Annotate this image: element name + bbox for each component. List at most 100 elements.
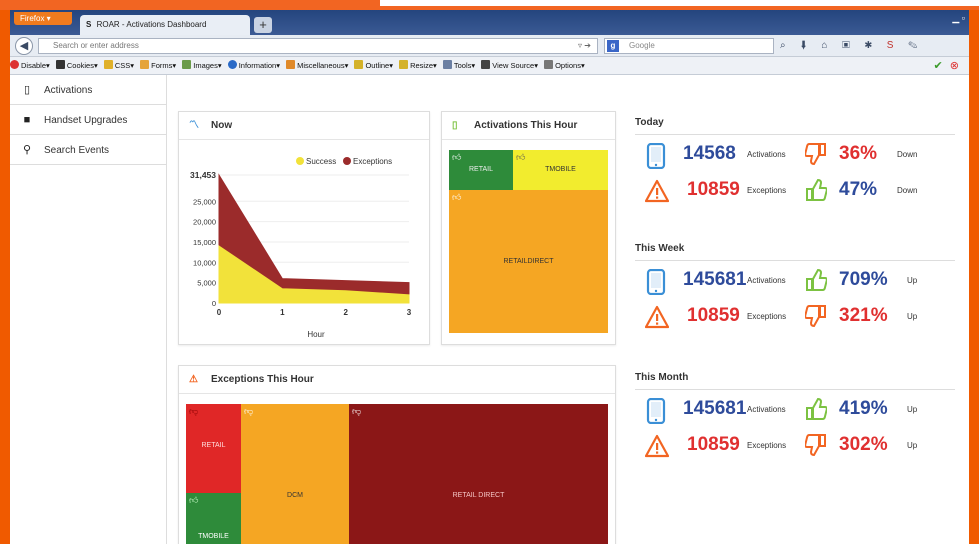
stat-direction: Down — [897, 150, 918, 159]
y-tick-label: 5,000 — [197, 279, 216, 288]
tab-roar-dashboard[interactable]: S ROAR - Activations Dashboard — [80, 15, 250, 35]
stat-row-exceptions: 10859 Exceptions 47% Down — [635, 173, 955, 209]
treemap-label: RETAILDIRECT — [503, 258, 554, 265]
sidebar: ▯ Activations ■ Handset Upgrades ⚲ Search E… — [10, 75, 167, 544]
thumbs-up-icon — [805, 397, 828, 421]
stat-direction: Down — [897, 186, 918, 195]
search-placeholder: Google — [629, 41, 655, 50]
stat-percent: 47% — [839, 179, 878, 200]
error-icon: ⊗ — [949, 60, 959, 72]
browser-window: Firefox ▾ S ROAR - Activations Dashboard… — [10, 10, 969, 544]
devbar-outline[interactable]: Outline▾ — [354, 60, 393, 70]
treemap-cell-tmobile[interactable]: 👍︎ TMOBILE — [513, 150, 608, 190]
stat-row-exceptions: 10859 Exceptions 302% Up — [635, 428, 955, 464]
sidebar-item-search-events[interactable]: ⚲ Search Events — [10, 135, 166, 165]
treemap-cell-retail[interactable]: 👍︎ RETAIL — [449, 150, 513, 190]
treemap-label: RETAIL DIRECT — [452, 492, 505, 499]
navigation-bar: ◀ Search or enter address ▿ ➔ g Google ⌕… — [10, 35, 969, 57]
treemap-cell-retaildirect[interactable]: 👍︎ RETAILDIRECT — [449, 190, 608, 333]
devbar-css[interactable]: CSS▾ — [103, 60, 134, 70]
exceptions-treemap: 👎︎ RETAIL 👍︎ TMOBILE 👎︎ DCM 👎︎ RETAIL DI… — [186, 404, 608, 544]
stat-direction: Up — [907, 312, 918, 321]
document-icon: ■ — [23, 114, 31, 126]
treemap-cell-tmobile[interactable]: 👍︎ TMOBILE — [186, 493, 241, 544]
treemap-label: TMOBILE — [198, 533, 229, 540]
treemap-cell-dcm[interactable]: 👎︎ DCM — [241, 404, 349, 544]
x-tick-label: 2 — [343, 308, 348, 317]
now-panel-header: 〽 Now — [179, 112, 429, 140]
sidebar-item-activations[interactable]: ▯ Activations — [10, 75, 166, 105]
stat-row-activations: 14568 Activations 36% Down — [635, 137, 955, 173]
treemap-cell-retail[interactable]: 👎︎ RETAIL — [186, 404, 241, 493]
sidebar-item-handset-upgrades[interactable]: ■ Handset Upgrades — [10, 105, 166, 135]
devbar-resize[interactable]: Resize▾ — [399, 60, 437, 70]
phone-icon — [645, 142, 669, 170]
y-tick-label: 31,453 — [190, 170, 216, 180]
warning-icon — [644, 305, 670, 331]
thumbs-down-icon: 👎︎ — [189, 406, 199, 416]
stat-label: Activations — [747, 405, 786, 414]
y-tick-label: 15,000 — [193, 238, 216, 247]
devbar-forms[interactable]: Forms▾ — [140, 60, 176, 70]
phone-icon: ▯ — [452, 120, 458, 131]
stats-title: This Week — [635, 237, 955, 261]
warning-icon: ⚠ — [189, 374, 198, 385]
thumbs-up-icon: 👍︎ — [189, 495, 199, 505]
tab-title: ROAR - Activations Dashboard — [96, 20, 207, 29]
stat-label: Exceptions — [747, 441, 787, 450]
devbar-information[interactable]: Information▾ — [227, 60, 280, 70]
stat-direction: Up — [907, 405, 918, 414]
y-tick-label: 0 — [212, 299, 216, 308]
check-icon: ✔ — [933, 60, 943, 72]
url-bar[interactable]: Search or enter address — [38, 38, 598, 54]
warning-icon — [644, 434, 670, 460]
y-tick-label: 20,000 — [193, 218, 216, 227]
treemap-label: TMOBILE — [545, 166, 576, 173]
treemap-label: RETAIL — [469, 166, 493, 173]
thumbs-down-icon — [804, 433, 827, 457]
new-tab-button[interactable]: + — [254, 17, 272, 33]
thumbs-down-icon — [804, 304, 827, 328]
thumbs-down-icon — [804, 142, 827, 166]
search-input[interactable]: g Google — [604, 38, 774, 54]
activations-panel-header: ▯ Activations This Hour — [442, 112, 615, 140]
window-controls[interactable]: ▁ ▫ — [952, 13, 965, 24]
stat-row-activations: 145681 Activations 419% Up — [635, 392, 955, 428]
stat-label: Activations — [747, 150, 786, 159]
legend-exceptions-swatch — [343, 157, 351, 165]
stat-value: 10859 — [687, 305, 740, 326]
stat-value: 14568 — [683, 143, 736, 164]
phone-icon — [645, 397, 669, 425]
stat-value: 145681 — [683, 398, 747, 419]
stats-title: Today — [635, 111, 955, 135]
stat-percent: 321% — [839, 305, 888, 326]
phone-icon — [645, 268, 669, 296]
legend-exceptions-label: Exceptions — [353, 157, 392, 166]
thumbs-up-icon — [805, 178, 828, 202]
devbar-view-source[interactable]: View Source▾ — [481, 60, 538, 70]
devbar-images[interactable]: Images▾ — [182, 60, 222, 70]
devbar-options[interactable]: Options▾ — [544, 60, 585, 70]
google-icon: g — [607, 40, 619, 52]
firefox-menu-button[interactable]: Firefox ▾ — [14, 12, 72, 25]
stat-value: 10859 — [687, 179, 740, 200]
now-area-chart: Success Exceptions 0 5,000 10,000 15,000 20,… — [190, 157, 412, 339]
back-button[interactable]: ◀ — [15, 37, 33, 55]
thumbs-up-icon: 👍︎ — [452, 152, 462, 162]
url-bar-actions[interactable]: ▿ ➔ — [578, 38, 591, 54]
treemap-cell-retail-direct[interactable]: 👎︎ RETAIL DIRECT — [349, 404, 608, 544]
search-icon: ⚲ — [22, 144, 32, 156]
stat-percent: 419% — [839, 398, 888, 419]
dashboard-page: ▯ Activations ■ Handset Upgrades ⚲ Search E… — [10, 75, 969, 544]
devbar-miscellaneous[interactable]: Miscellaneous▾ — [286, 60, 348, 70]
toolbar-icons[interactable]: ⌕ ⬇ ⌂ ▣ ✱ S ✎ — [780, 38, 923, 54]
devbar-tools[interactable]: Tools▾ — [442, 60, 475, 70]
devbar-disable[interactable]: Disable▾ — [10, 60, 50, 70]
stat-label: Activations — [747, 276, 786, 285]
line-chart-icon: 〽 — [189, 120, 199, 131]
x-tick-label: 3 — [407, 308, 412, 317]
y-tick-label: 10,000 — [193, 258, 216, 267]
exceptions-this-hour-panel: ⚠ Exceptions This Hour 👎︎ RETAIL 👍︎ TMOBI… — [178, 365, 616, 544]
stat-percent: 709% — [839, 269, 888, 290]
devbar-cookies[interactable]: Cookies▾ — [55, 60, 98, 70]
